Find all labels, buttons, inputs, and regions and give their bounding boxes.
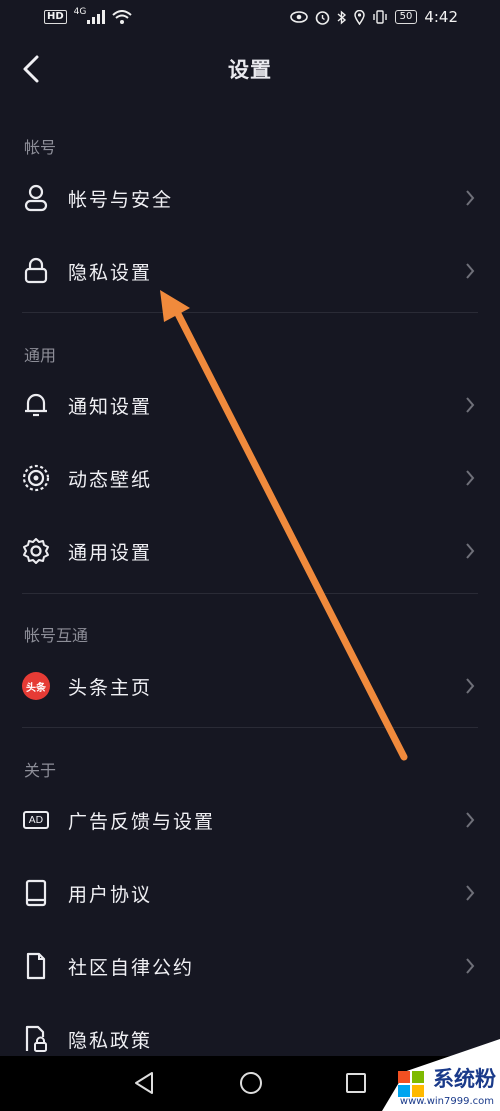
nav-recents-icon[interactable] xyxy=(344,1070,368,1096)
privacy-doc-icon xyxy=(22,1025,50,1053)
alarm-icon xyxy=(315,10,329,25)
section-divider xyxy=(22,727,478,728)
hd-badge: HD xyxy=(44,10,67,24)
section-label-account: 帐号 xyxy=(24,138,57,157)
settings-row-live-wallpaper[interactable]: 动态壁纸 xyxy=(0,442,500,514)
settings-row-privacy[interactable]: 隐私设置 xyxy=(0,235,500,307)
vibrate-icon xyxy=(372,10,387,24)
row-label: 隐私政策 xyxy=(68,1030,153,1052)
section-divider xyxy=(22,312,478,313)
settings-row-general[interactable]: 通用设置 xyxy=(0,515,500,587)
nav-back-icon[interactable] xyxy=(132,1070,156,1096)
bluetooth-icon xyxy=(337,9,346,25)
row-label: 用户协议 xyxy=(68,884,153,906)
row-label: 隐私设置 xyxy=(68,262,153,284)
document-icon xyxy=(22,952,50,980)
page-header: 设置 xyxy=(0,40,500,100)
gear-icon xyxy=(22,537,50,565)
chevron-right-icon xyxy=(466,263,475,279)
battery-indicator: 50 xyxy=(394,10,418,24)
wifi-icon xyxy=(112,10,133,24)
settings-row-notifications[interactable]: 通知设置 xyxy=(0,369,500,441)
settings-row-community-guidelines[interactable]: 社区自律公约 xyxy=(0,930,500,1002)
watermark-url: www.win7999.com xyxy=(399,1096,494,1107)
row-label: 通知设置 xyxy=(68,396,153,418)
row-label: 社区自律公约 xyxy=(68,957,195,979)
toutiao-icon: 头条 xyxy=(22,672,50,700)
row-label: 通用设置 xyxy=(68,542,153,564)
row-label: 头条主页 xyxy=(68,677,153,699)
clock: 4:42 xyxy=(424,8,458,26)
chevron-right-icon xyxy=(466,812,475,828)
eye-icon xyxy=(289,11,308,23)
toutiao-icon-text: 头条 xyxy=(26,682,46,694)
chevron-right-icon xyxy=(466,470,475,486)
chevron-right-icon xyxy=(466,543,475,559)
chevron-right-icon xyxy=(466,397,475,413)
watermark-text: 系统粉 xyxy=(433,1067,496,1091)
page-title: 设置 xyxy=(228,58,272,82)
section-label-general: 通用 xyxy=(24,346,57,365)
chevron-right-icon xyxy=(466,958,475,974)
person-icon xyxy=(22,184,50,212)
live-wallpaper-icon xyxy=(22,464,50,492)
windows-logo-icon xyxy=(398,1071,424,1097)
lock-icon xyxy=(22,257,50,285)
section-divider xyxy=(22,593,478,594)
row-label: 帐号与安全 xyxy=(68,189,174,211)
signal-icon xyxy=(87,10,106,24)
book-icon xyxy=(22,879,50,907)
chevron-right-icon xyxy=(466,885,475,901)
row-label: 动态壁纸 xyxy=(68,469,153,491)
ad-icon-text: AD xyxy=(28,814,44,826)
settings-row-account-security[interactable]: 帐号与安全 xyxy=(0,162,500,234)
section-label-about: 关于 xyxy=(24,761,57,780)
row-label: 广告反馈与设置 xyxy=(68,811,216,833)
nav-home-icon[interactable] xyxy=(238,1070,264,1096)
section-label-interop: 帐号互通 xyxy=(24,626,89,645)
settings-row-toutiao[interactable]: 头条 头条主页 xyxy=(0,650,500,722)
settings-row-ad-feedback[interactable]: AD 广告反馈与设置 xyxy=(0,784,500,856)
chevron-right-icon xyxy=(466,678,475,694)
location-icon xyxy=(353,9,365,25)
network-label: 4G xyxy=(73,7,87,17)
status-bar: HD 4G 50 4:42 xyxy=(0,0,500,34)
ad-icon: AD xyxy=(22,806,50,834)
settings-row-user-agreement[interactable]: 用户协议 xyxy=(0,857,500,929)
chevron-right-icon xyxy=(466,190,475,206)
bell-icon xyxy=(22,391,50,419)
